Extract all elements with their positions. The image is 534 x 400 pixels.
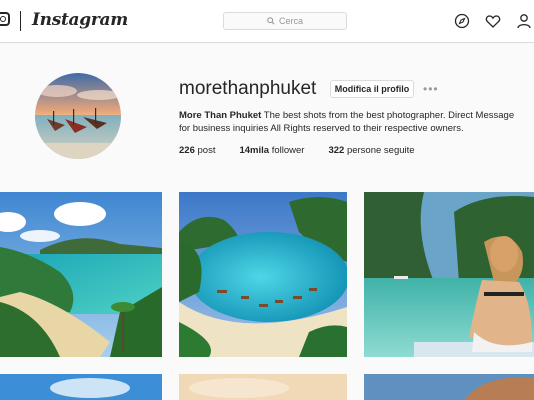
stat-posts[interactable]: 226 post [179,145,215,156]
activity-heart-icon[interactable] [485,13,501,29]
profile-bio: More Than Phuket The best shots from the… [179,109,524,135]
profile-user-icon[interactable] [516,13,532,29]
edit-profile-button[interactable]: Modifica il profilo [330,80,414,98]
options-more-icon[interactable]: ••• [423,83,439,95]
top-navigation-bar: Instagram Cerca [0,0,534,43]
profile-avatar[interactable] [35,73,121,159]
post-thumbnail[interactable] [0,192,162,357]
post-thumbnail[interactable] [364,374,534,400]
post-thumbnail[interactable] [179,374,347,400]
instagram-wordmark[interactable]: Instagram [32,10,128,30]
search-placeholder: Cerca [278,16,303,26]
post-thumbnail[interactable] [0,374,162,400]
explore-compass-icon[interactable] [454,13,470,29]
profile-stats: 226 post 14mila follower 322 persone seg… [179,145,439,156]
stat-following[interactable]: 322 persone seguite [328,145,414,156]
stat-followers[interactable]: 14mila follower [239,145,304,156]
post-thumbnail[interactable] [179,192,347,357]
instagram-camera-icon[interactable] [0,12,10,26]
post-thumbnail[interactable] [364,192,534,357]
search-input[interactable]: Cerca [223,12,347,30]
search-icon [267,17,275,25]
profile-display-name: More Than Phuket [179,110,262,121]
profile-username: morethanphuket [179,78,317,99]
logo-divider [20,11,21,31]
